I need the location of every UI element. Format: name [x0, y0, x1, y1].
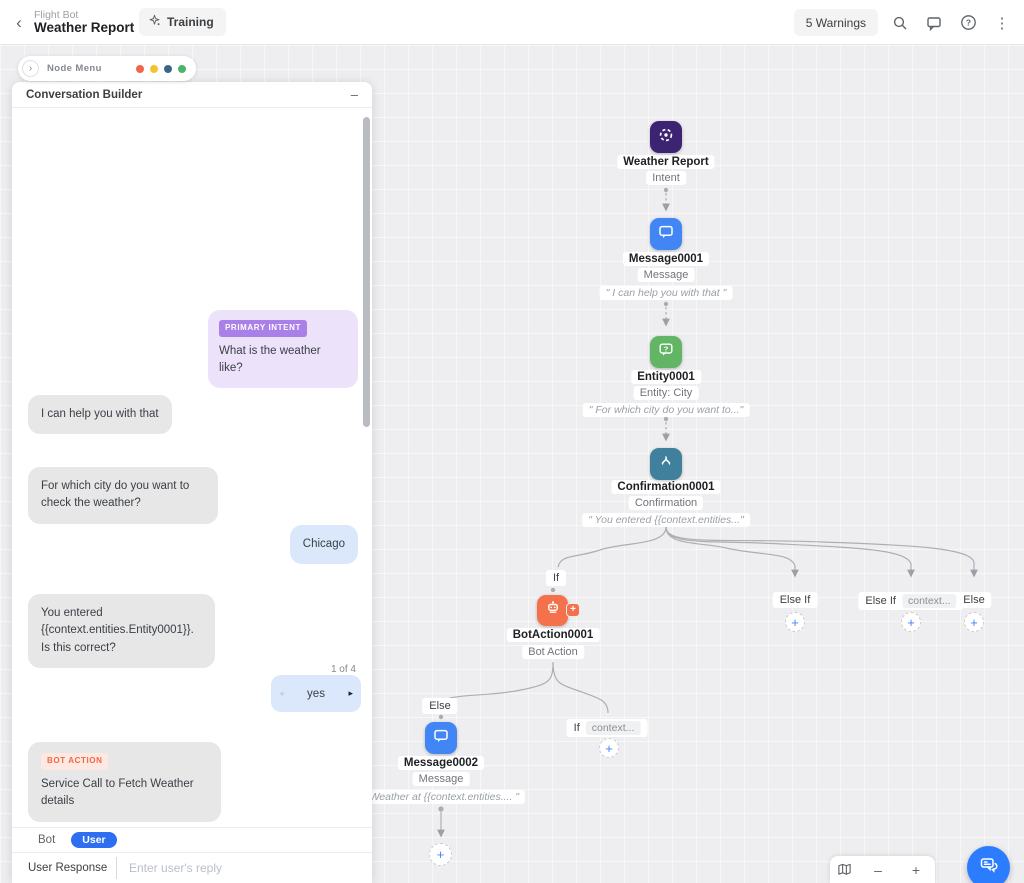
- add-node-button[interactable]: +: [599, 738, 619, 758]
- node-botaction0001[interactable]: [537, 595, 568, 626]
- node-subtitle: Message: [638, 268, 695, 282]
- node-quote: " You entered {{context.entities...": [582, 513, 750, 527]
- carousel-next-icon[interactable]: ▸: [348, 688, 353, 699]
- node-menu-bar: › Node Menu: [18, 56, 196, 81]
- node-subtitle: Bot Action: [522, 645, 584, 659]
- task-selector[interactable]: Weather Report ▾: [34, 20, 144, 35]
- chat-text: I can help you with that: [41, 408, 159, 420]
- carousel-prev-icon[interactable]: ◂: [279, 688, 284, 699]
- scrollbar-thumb[interactable]: [363, 117, 370, 427]
- search-icon[interactable]: [888, 11, 912, 35]
- branch-if[interactable]: If: [546, 570, 566, 586]
- intent-icon: [657, 126, 675, 149]
- node-subtitle: Message: [413, 772, 470, 786]
- node-subtitle: Intent: [646, 171, 686, 185]
- chat-text: You entered {{context.entities.Entity000…: [41, 607, 194, 654]
- node-message0002[interactable]: [425, 722, 457, 754]
- user-reply-input[interactable]: [117, 861, 372, 875]
- message-icon: [657, 223, 675, 246]
- carousel-pager: 1 of 4: [331, 664, 356, 675]
- chat-icon[interactable]: [922, 11, 946, 35]
- entity-icon: ?: [657, 341, 675, 364]
- canvas-zoom-toolbar: – +: [830, 856, 935, 883]
- svg-text:?: ?: [664, 344, 669, 353]
- top-bar: ‹ Flight Bot Weather Report ▾ Training 5…: [0, 0, 1024, 45]
- node-title: Entity0001: [631, 370, 701, 384]
- node-title: Confirmation0001: [611, 480, 720, 494]
- warnings-button[interactable]: 5 Warnings: [794, 9, 878, 36]
- node-color-dot-green: [178, 65, 186, 73]
- conversation-builder-panel: Conversation Builder – PRIMARY INTENT Wh…: [12, 82, 372, 883]
- condition-chip[interactable]: context...: [902, 594, 957, 608]
- minimize-button[interactable]: –: [351, 90, 358, 100]
- node-subtitle: Entity: City: [634, 386, 699, 400]
- toggle-user[interactable]: User: [71, 832, 116, 848]
- add-node-button[interactable]: +: [429, 843, 452, 866]
- composer-row: User Response: [12, 852, 372, 883]
- chat-bubble-bot[interactable]: You entered {{context.entities.Entity000…: [28, 594, 215, 668]
- add-node-button[interactable]: +: [785, 612, 805, 632]
- primary-intent-badge: PRIMARY INTENT: [219, 320, 307, 337]
- chat-bubble-bot-action[interactable]: BOT ACTION Service Call to Fetch Weather…: [28, 742, 221, 822]
- chat-text: Chicago: [303, 538, 345, 550]
- sender-toggle: Bot User: [12, 827, 372, 852]
- back-button[interactable]: ‹: [8, 12, 30, 34]
- test-chat-fab[interactable]: [967, 846, 1010, 883]
- condition-chip[interactable]: context...: [586, 721, 641, 735]
- add-connection-button[interactable]: +: [566, 603, 580, 617]
- bot-action-icon: [544, 599, 562, 622]
- minimap-icon[interactable]: [837, 862, 852, 877]
- node-color-dot-blue: [164, 65, 172, 73]
- training-icon: [148, 14, 161, 30]
- node-quote: " I can help you with that ": [600, 286, 733, 300]
- node-title: BotAction0001: [507, 628, 600, 642]
- chat-bubble-primary-intent[interactable]: PRIMARY INTENT What is the weather like?: [208, 310, 358, 388]
- branch-if-lower[interactable]: Ifcontext...: [567, 719, 648, 737]
- branch-else-if-1[interactable]: Else If: [773, 592, 818, 608]
- expand-node-menu-button[interactable]: ›: [22, 60, 39, 77]
- bot-action-badge: BOT ACTION: [41, 753, 108, 770]
- branch-else-lower[interactable]: Else: [422, 698, 457, 714]
- add-node-button[interactable]: +: [964, 612, 984, 632]
- node-title: Message0001: [623, 252, 709, 266]
- panel-header: Conversation Builder –: [12, 82, 372, 108]
- node-color-dot-yellow: [150, 65, 158, 73]
- branch-else[interactable]: Else: [956, 592, 991, 608]
- node-message0001[interactable]: [650, 218, 682, 250]
- chat-text: For which city do you want to check the …: [41, 480, 189, 509]
- zoom-in-button[interactable]: +: [904, 858, 928, 882]
- composer-label: User Response: [12, 862, 116, 874]
- node-subtitle: Confirmation: [629, 496, 703, 510]
- chat-bubble-user-carousel[interactable]: ◂ yes ▸: [271, 675, 361, 712]
- node-weather-report[interactable]: [650, 121, 682, 153]
- chat-bubble-bot[interactable]: I can help you with that: [28, 395, 172, 434]
- node-menu-label: Node Menu: [47, 63, 102, 74]
- node-color-dot-orange: [136, 65, 144, 73]
- message-icon: [432, 727, 450, 750]
- node-title: Weather Report: [617, 155, 714, 169]
- confirmation-branch-icon: [657, 453, 675, 476]
- more-menu-icon[interactable]: ⋮: [990, 11, 1014, 35]
- add-node-button[interactable]: +: [901, 612, 921, 632]
- toggle-bot[interactable]: Bot: [38, 834, 55, 846]
- training-button[interactable]: Training: [139, 8, 226, 36]
- panel-title: Conversation Builder: [26, 89, 142, 101]
- chat-text: Service Call to Fetch Weather details: [41, 776, 208, 811]
- zoom-out-button[interactable]: –: [866, 858, 890, 882]
- node-quote: " Weather at {{context.entities.... ": [357, 790, 525, 804]
- svg-text:?: ?: [965, 18, 970, 28]
- chat-bubbles-icon: [978, 854, 1000, 881]
- help-icon[interactable]: ?: [956, 11, 980, 35]
- node-quote: " For which city do you want to...": [583, 403, 750, 417]
- chat-text: yes: [307, 688, 325, 700]
- node-entity0001[interactable]: ?: [650, 336, 682, 368]
- chat-bubble-user[interactable]: Chicago: [290, 525, 358, 564]
- chat-bubble-bot[interactable]: For which city do you want to check the …: [28, 467, 218, 524]
- node-title: Message0002: [398, 756, 484, 770]
- node-confirmation0001[interactable]: [650, 448, 682, 480]
- branch-else-if-2[interactable]: Else Ifcontext...: [858, 592, 963, 610]
- chat-text: What is the weather like?: [219, 343, 347, 378]
